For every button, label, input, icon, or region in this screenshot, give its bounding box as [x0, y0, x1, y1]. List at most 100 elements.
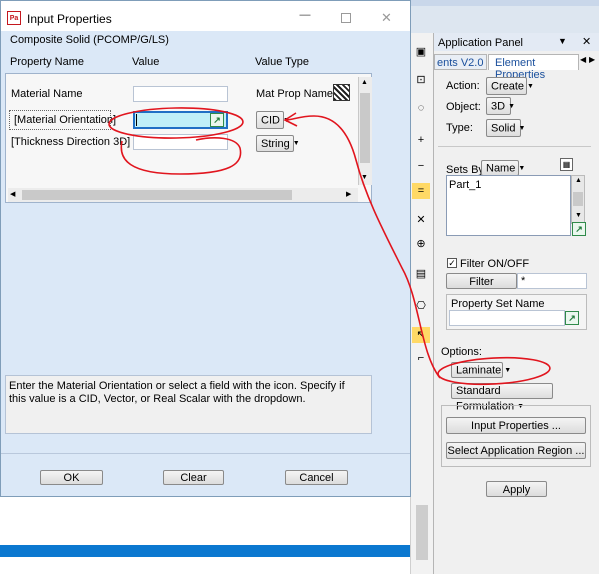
- chevron-down-icon: ▼: [518, 125, 526, 132]
- material-name-type: Mat Prop Name: [256, 88, 334, 100]
- material-name-input[interactable]: [133, 86, 228, 102]
- sets-by-dropdown[interactable]: Name ▼: [481, 160, 525, 176]
- filter-button-label: Filter: [469, 276, 494, 288]
- material-browser-icon[interactable]: [333, 84, 350, 101]
- page-bottom: [0, 557, 413, 574]
- filter-checkbox[interactable]: ✓: [447, 258, 457, 268]
- apply-button-label: Apply: [502, 484, 531, 496]
- material-orientation-label: [Material Orientation]: [14, 114, 117, 126]
- divider: [438, 146, 591, 147]
- tab-ents[interactable]: ents V2.0: [434, 54, 487, 70]
- action-dropdown-value: Create: [491, 80, 525, 93]
- input-properties-button-label: Input Properties ...: [471, 420, 561, 432]
- panel-close-icon[interactable]: ✕: [582, 35, 591, 48]
- taskbar-strip: [0, 545, 413, 557]
- ok-button-label: OK: [63, 472, 80, 484]
- formulation-dropdown[interactable]: Standard Formulation ▼: [451, 383, 553, 412]
- select-entity-icon[interactable]: ↗: [572, 222, 586, 236]
- type-dropdown-value: Solid: [491, 122, 516, 135]
- type-dropdown[interactable]: Solid ▼: [486, 119, 525, 137]
- dialog-subtitle: Composite Solid (PCOMP/G/LS): [10, 34, 169, 46]
- scroll-up-icon[interactable]: ▲: [361, 79, 368, 86]
- object-dropdown-value: 3D: [491, 100, 506, 113]
- panel-menu-icon[interactable]: ▼: [558, 36, 567, 46]
- text-cursor: [136, 114, 137, 126]
- input-properties-button[interactable]: Input Properties ...: [446, 417, 586, 434]
- apply-button[interactable]: Apply: [486, 481, 547, 497]
- scroll-thumb[interactable]: [360, 93, 370, 163]
- toolbar-icon-7[interactable]: ✕: [412, 212, 430, 228]
- toolbar-icon-9[interactable]: ▤: [412, 266, 430, 282]
- column-header-type: Value Type: [255, 56, 310, 68]
- property-set-name-label: Property Set Name: [451, 298, 545, 310]
- property-set-name-input[interactable]: [449, 310, 565, 326]
- scroll-down-icon[interactable]: ▼: [361, 174, 368, 181]
- thickness-direction-label: [Thickness Direction 3D]: [11, 136, 131, 148]
- clear-button-label: Clear: [180, 472, 207, 484]
- tab-element-properties[interactable]: Element Properties: [488, 54, 579, 81]
- toolbar-icon-3[interactable]: ◌: [412, 100, 430, 116]
- toolbar-icon-8[interactable]: ⊕: [412, 236, 430, 252]
- string-dropdown-value: String: [261, 138, 290, 150]
- minimize-icon[interactable]: —: [298, 9, 312, 23]
- value-type-dropdown[interactable]: CID ▼: [256, 111, 290, 129]
- action-label: Action:: [446, 80, 480, 92]
- ok-button[interactable]: OK: [40, 470, 103, 485]
- laminate-dropdown[interactable]: Laminate ▼: [451, 362, 511, 378]
- filter-input-value: *: [521, 275, 526, 287]
- toolbar-icon-5[interactable]: −: [412, 158, 430, 174]
- toolbar-icon-12[interactable]: ⌐: [412, 350, 430, 366]
- column-header-property: Property Name: [10, 56, 84, 68]
- scroll-right-icon[interactable]: ▶: [346, 190, 351, 198]
- select-application-region-button-label: Select Application Region ...: [447, 445, 585, 457]
- type-label: Type:: [446, 122, 473, 134]
- background-top-bar: [410, 0, 599, 6]
- toolbar-icon-11[interactable]: ↖: [412, 327, 430, 343]
- string-dropdown[interactable]: String ▼: [256, 135, 300, 152]
- object-label: Object:: [446, 101, 481, 113]
- toolbar-icon-4[interactable]: +: [412, 132, 430, 148]
- chevron-down-icon: ▼: [518, 165, 526, 172]
- close-icon[interactable]: ✕: [381, 10, 392, 26]
- help-text: Enter the Material Orientation or select…: [9, 380, 345, 405]
- tool-strip-scrollbar[interactable]: [416, 505, 428, 560]
- chevron-down-icon: ▼: [508, 103, 515, 110]
- panel-title: Application Panel: [438, 37, 524, 49]
- options-label: Options:: [441, 346, 482, 358]
- action-dropdown[interactable]: Create ▼: [486, 77, 534, 95]
- filter-on-off-label: Filter ON/OFF: [460, 258, 530, 270]
- dialog-title: Input Properties: [27, 12, 112, 26]
- scroll-down-icon[interactable]: ▼: [575, 212, 582, 219]
- toolbar-icon-2[interactable]: ⊡: [412, 72, 430, 88]
- maximize-icon[interactable]: [341, 13, 351, 23]
- tab-scroll-left[interactable]: ◀: [580, 55, 586, 64]
- filter-input[interactable]: [517, 273, 587, 289]
- clear-button[interactable]: Clear: [163, 470, 224, 485]
- scroll-left-icon[interactable]: ◀: [10, 190, 15, 198]
- cancel-button-label: Cancel: [299, 472, 334, 484]
- material-name-label: Material Name: [11, 88, 83, 100]
- thickness-direction-input[interactable]: [133, 134, 228, 150]
- tab-ents-label: ents V2.0: [437, 57, 484, 69]
- chevron-down-icon: ▼: [282, 117, 290, 124]
- toolbar-icon-10[interactable]: ⎔: [412, 298, 430, 314]
- column-header-value: Value: [132, 56, 160, 68]
- select-property-set-icon[interactable]: ↗: [565, 311, 579, 325]
- filter-button[interactable]: Filter: [446, 273, 517, 289]
- scroll-up-icon[interactable]: ▲: [575, 177, 582, 184]
- sets-by-dropdown-value: Name: [486, 162, 516, 175]
- tab-scroll-right[interactable]: ▶: [589, 55, 595, 64]
- chevron-down-icon: ▼: [292, 140, 300, 148]
- cancel-button[interactable]: Cancel: [285, 470, 348, 485]
- toolbar-icon-1[interactable]: ▣: [412, 44, 430, 60]
- object-dropdown[interactable]: 3D ▼: [486, 97, 515, 115]
- sets-by-options-icon[interactable]: ▦: [560, 158, 573, 171]
- laminate-dropdown-value: Laminate: [456, 364, 502, 377]
- chevron-down-icon: ▼: [504, 367, 512, 374]
- toolbar-icon-6[interactable]: =: [412, 183, 430, 199]
- scroll-thumb[interactable]: [573, 192, 583, 206]
- list-item[interactable]: Part_1: [449, 179, 481, 191]
- scroll-thumb[interactable]: [22, 190, 292, 200]
- select-field-icon[interactable]: ↗: [210, 113, 224, 127]
- select-application-region-button[interactable]: Select Application Region ...: [446, 442, 586, 459]
